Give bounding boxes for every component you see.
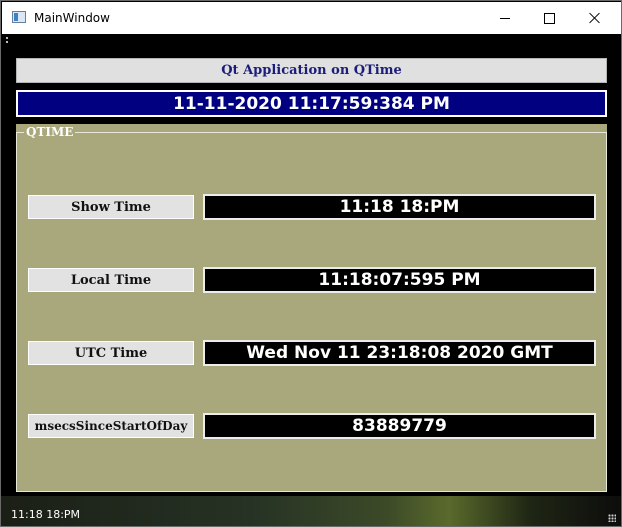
show-time-value: 11:18 18:PM	[203, 194, 596, 220]
qtime-groupbox: QTIME Show Time 11:18 18:PM Local Time 1…	[16, 124, 607, 492]
msecs-since-start-value: 83889779	[203, 413, 596, 439]
maximize-icon	[544, 12, 555, 24]
status-bar: 11:18 18:PM	[2, 504, 621, 526]
groupbox-title: QTIME	[24, 124, 76, 141]
minimize-icon	[499, 17, 510, 19]
minimize-button[interactable]	[482, 3, 527, 33]
main-window: MainWindow Qt Application on QTime 11-11…	[0, 0, 622, 527]
status-text: 11:18 18:PM	[11, 508, 81, 521]
show-time-label: Show Time	[28, 195, 194, 219]
msecs-since-start-label: msecsSinceStartOfDay	[28, 414, 194, 438]
window-title: MainWindow	[34, 11, 110, 25]
app-title-label: Qt Application on QTime	[16, 58, 607, 83]
title-bar[interactable]: MainWindow	[2, 2, 621, 34]
close-button[interactable]	[572, 3, 617, 33]
close-icon	[589, 12, 601, 24]
resize-grip-icon[interactable]	[608, 514, 616, 522]
local-time-value: 11:18:07:595 PM	[203, 267, 596, 293]
toolbar-grip[interactable]	[6, 37, 10, 43]
datetime-display: 11-11-2020 11:17:59:384 PM	[15, 89, 608, 118]
utc-time-label: UTC Time	[28, 341, 194, 365]
utc-time-value: Wed Nov 11 23:18:08 2020 GMT	[203, 340, 596, 366]
maximize-button[interactable]	[527, 3, 572, 33]
local-time-label: Local Time	[28, 268, 194, 292]
app-window-icon	[12, 11, 26, 23]
